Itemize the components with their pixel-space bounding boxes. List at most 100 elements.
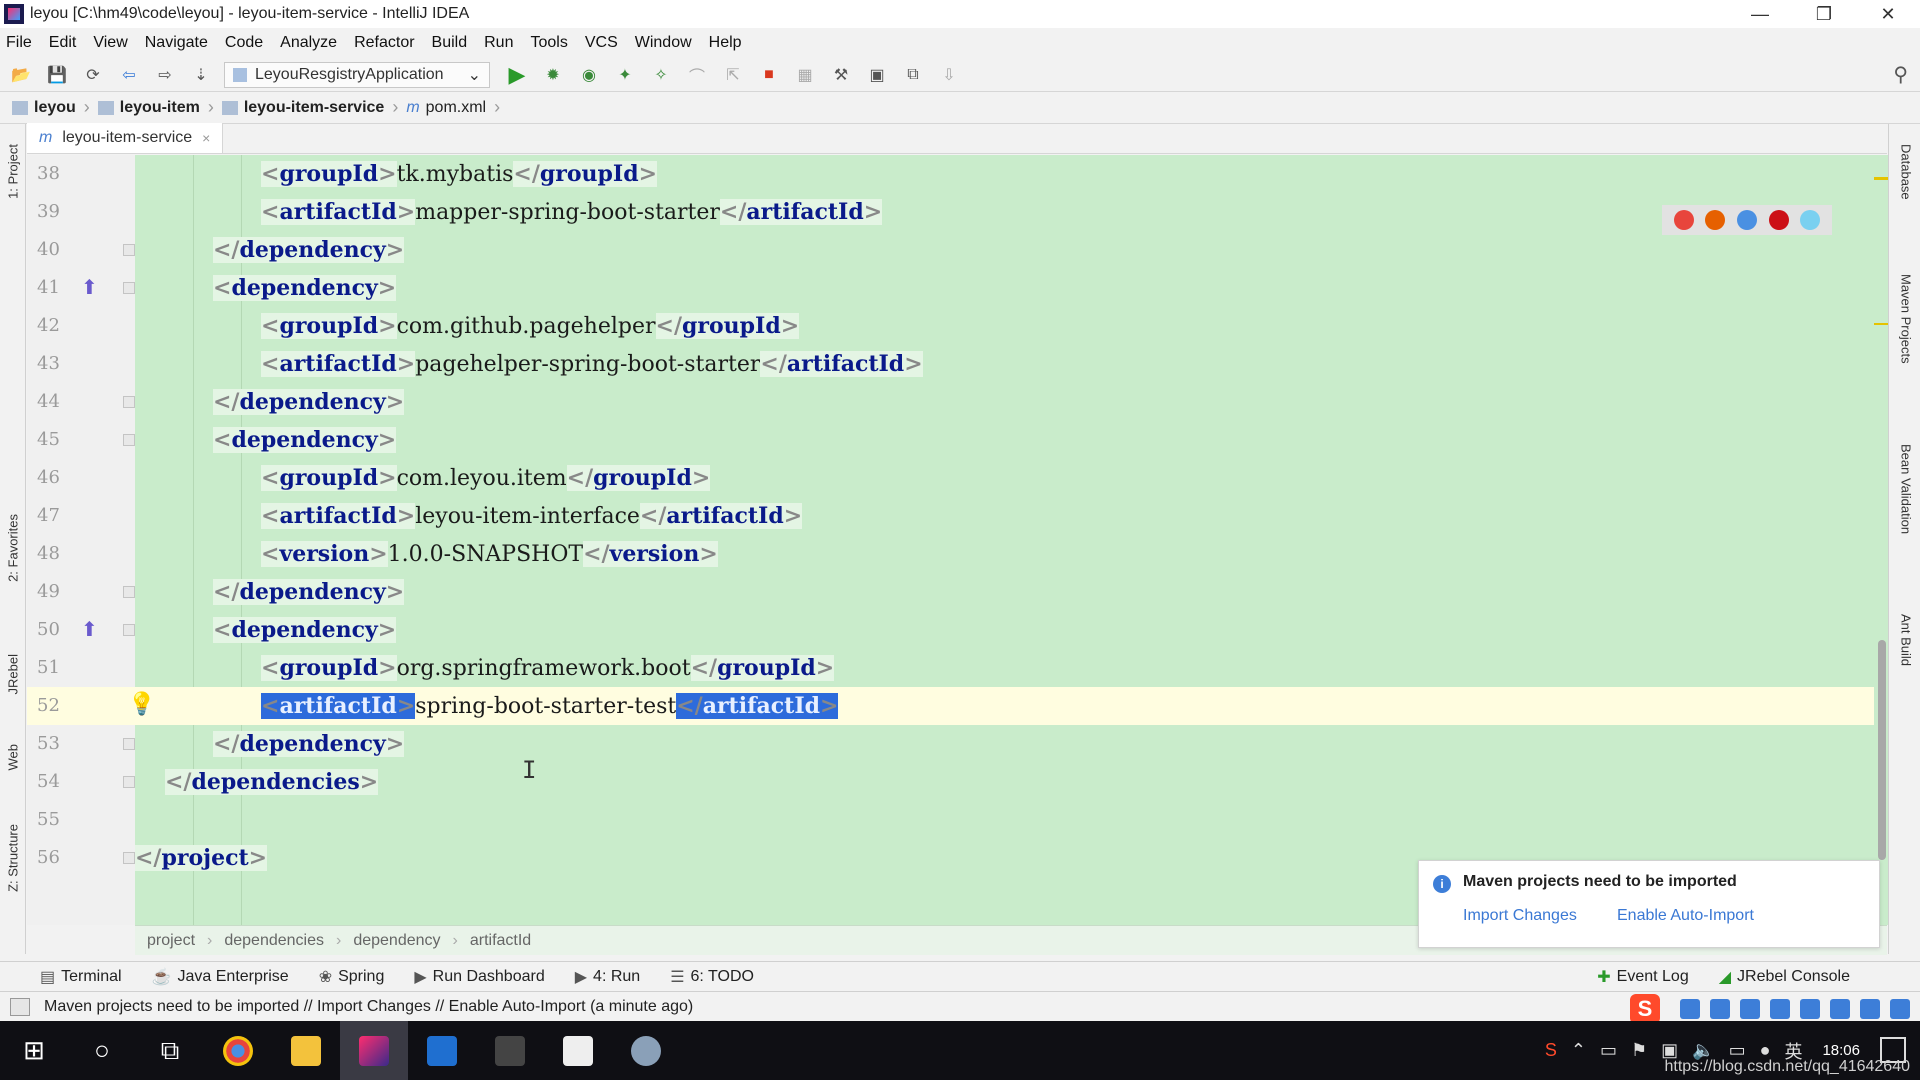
menu-help[interactable]: Help — [709, 34, 742, 52]
system-clock[interactable]: 18:06 — [1822, 1042, 1860, 1060]
vertical-scrollbar[interactable] — [1878, 640, 1886, 860]
run-configuration-select[interactable]: LeyouResgistryApplication ⌄ — [224, 61, 490, 88]
breadcrumb-leyou-item[interactable]: leyou-item — [97, 99, 200, 117]
tool-window-project[interactable]: 1: Project — [2, 144, 24, 199]
sdk-icon[interactable]: ⧉ — [900, 62, 926, 88]
jrebel-run-icon[interactable]: ✦ — [612, 62, 638, 88]
fold-marker-icon[interactable] — [123, 624, 135, 636]
menu-vcs[interactable]: VCS — [585, 34, 618, 52]
attach-icon[interactable]: ⇱ — [720, 62, 746, 88]
gutter-line[interactable]: 50 ⬆ — [27, 611, 135, 649]
open-folder-icon[interactable]: 📂 — [8, 62, 34, 88]
gutter-line[interactable]: 40 — [27, 231, 135, 269]
jrebel-debug-icon[interactable]: ✧ — [648, 62, 674, 88]
gutter-line[interactable]: 56 — [27, 839, 135, 877]
menu-tools[interactable]: Tools — [530, 34, 567, 52]
menu-code[interactable]: Code — [225, 34, 263, 52]
forward-icon[interactable]: ⇨ — [152, 62, 178, 88]
code-line[interactable]: <dependency> — [135, 421, 1887, 459]
xml-crumb-artifactid[interactable]: artifactId — [470, 932, 531, 950]
intellij-taskbar-icon[interactable] — [340, 1021, 408, 1080]
intention-bulb-icon[interactable]: 💡 — [128, 691, 155, 717]
tool-button-jrebel-console[interactable]: ◢ JRebel Console — [1719, 967, 1850, 987]
fold-marker-icon[interactable] — [123, 852, 135, 864]
tool-button-4-run[interactable]: ▶ 4: Run — [575, 967, 640, 987]
ime-lang-icon[interactable] — [1680, 999, 1700, 1019]
code-editor[interactable]: <groupId>tk.mybatis</groupId> <artifactId… — [135, 155, 1887, 925]
windows-start-icon[interactable]: ⊞ — [0, 1021, 68, 1080]
gutter-line[interactable]: 48 — [27, 535, 135, 573]
gutter-line[interactable]: 52 — [27, 687, 135, 725]
menu-edit[interactable]: Edit — [49, 34, 77, 52]
tray-app-icon[interactable]: ▭ — [1600, 1040, 1617, 1061]
search-circle-icon[interactable]: ○ — [68, 1021, 136, 1080]
menu-run[interactable]: Run — [484, 34, 513, 52]
debug-icon[interactable]: ✹ — [540, 62, 566, 88]
task-view-icon[interactable]: ⧉ — [136, 1021, 204, 1080]
xml-crumb-project[interactable]: project — [147, 932, 195, 950]
code-line[interactable]: <artifactId>mapper-spring-boot-starter</… — [135, 193, 1887, 231]
fold-marker-icon[interactable] — [123, 586, 135, 598]
coverage-icon[interactable]: ◉ — [576, 62, 602, 88]
typora-taskbar-icon[interactable] — [544, 1021, 612, 1080]
code-line[interactable]: <dependency> — [135, 269, 1887, 307]
menu-file[interactable]: File — [6, 34, 32, 52]
fold-marker-icon[interactable] — [123, 244, 135, 256]
save-icon[interactable]: 💾 — [44, 62, 70, 88]
gutter-line[interactable]: 42 — [27, 307, 135, 345]
code-line[interactable]: </dependency> — [135, 231, 1887, 269]
file-explorer-icon[interactable] — [272, 1021, 340, 1080]
tool-button-run-dashboard[interactable]: ▶ Run Dashboard — [414, 967, 544, 987]
code-line[interactable]: </dependency> — [135, 383, 1887, 421]
tool-window-bean-validation[interactable]: Bean Validation — [1895, 444, 1917, 534]
tool-button-event-log[interactable]: ✚ Event Log — [1597, 967, 1688, 987]
chevron-up-icon[interactable]: ⌃ — [1571, 1040, 1586, 1061]
xml-crumb-dependencies[interactable]: dependencies — [224, 932, 324, 950]
ime-emoji-icon[interactable] — [1740, 999, 1760, 1019]
breadcrumb-leyou-item-service[interactable]: leyou-item-service — [221, 99, 384, 117]
gutter-line[interactable]: 39 — [27, 193, 135, 231]
code-line[interactable]: <groupId>com.leyou.item</groupId> — [135, 459, 1887, 497]
project-structure-icon[interactable]: ▣ — [864, 62, 890, 88]
gutter-line[interactable]: 53 — [27, 725, 135, 763]
code-line[interactable]: <groupId>com.github.pagehelper</groupId> — [135, 307, 1887, 345]
tool-button-spring[interactable]: ❀ Spring — [319, 967, 385, 987]
warning-marker[interactable] — [1874, 177, 1888, 180]
code-line[interactable] — [135, 801, 1887, 839]
code-line[interactable]: </dependency> — [135, 573, 1887, 611]
tool-button-java-enterprise[interactable]: ☕ Java Enterprise — [152, 967, 289, 987]
ime-punct-icon[interactable] — [1710, 999, 1730, 1019]
menu-window[interactable]: Window — [635, 34, 692, 52]
code-line[interactable]: <groupId>org.springframework.boot</group… — [135, 649, 1887, 687]
ime-tools-icon[interactable] — [1830, 999, 1850, 1019]
build-icon[interactable]: ⇣ — [188, 62, 214, 88]
fold-marker-icon[interactable] — [123, 282, 135, 294]
tool-window-ant-build[interactable]: Ant Build — [1895, 614, 1917, 666]
fold-marker-icon[interactable] — [123, 396, 135, 408]
close-button[interactable]: ✕ — [1856, 0, 1920, 28]
app-taskbar-icon[interactable] — [408, 1021, 476, 1080]
menu-build[interactable]: Build — [432, 34, 468, 52]
upload-icon[interactable]: ⇩ — [936, 62, 962, 88]
code-line[interactable]: <groupId>tk.mybatis</groupId> — [135, 155, 1887, 193]
gutter-line[interactable]: 38 — [27, 155, 135, 193]
layout-icon[interactable]: ▦ — [792, 62, 818, 88]
gutter-line[interactable]: 49 — [27, 573, 135, 611]
ime-menu-icon[interactable] — [1890, 999, 1910, 1019]
tool-button-terminal[interactable]: ▤ Terminal — [40, 967, 122, 987]
minimize-button[interactable]: — — [1728, 0, 1792, 28]
run-icon[interactable]: ▶ — [504, 62, 530, 88]
ime-skin-icon[interactable] — [1860, 999, 1880, 1019]
code-line[interactable]: </dependencies> — [135, 763, 1887, 801]
enable-auto-import-link[interactable]: Enable Auto-Import — [1617, 907, 1754, 925]
profile-icon[interactable]: ⌒ — [684, 62, 710, 88]
menu-navigate[interactable]: Navigate — [145, 34, 208, 52]
menu-refactor[interactable]: Refactor — [354, 34, 414, 52]
gutter-line[interactable]: 45 — [27, 421, 135, 459]
tray-flag-icon[interactable]: ⚑ — [1631, 1040, 1647, 1061]
tool-windows-toggle-icon[interactable] — [10, 997, 30, 1016]
stop-icon[interactable]: ■ — [756, 62, 782, 88]
tool-window-web[interactable]: Web — [2, 744, 24, 771]
gutter-line[interactable]: 46 — [27, 459, 135, 497]
gutter-line[interactable]: 54 — [27, 763, 135, 801]
